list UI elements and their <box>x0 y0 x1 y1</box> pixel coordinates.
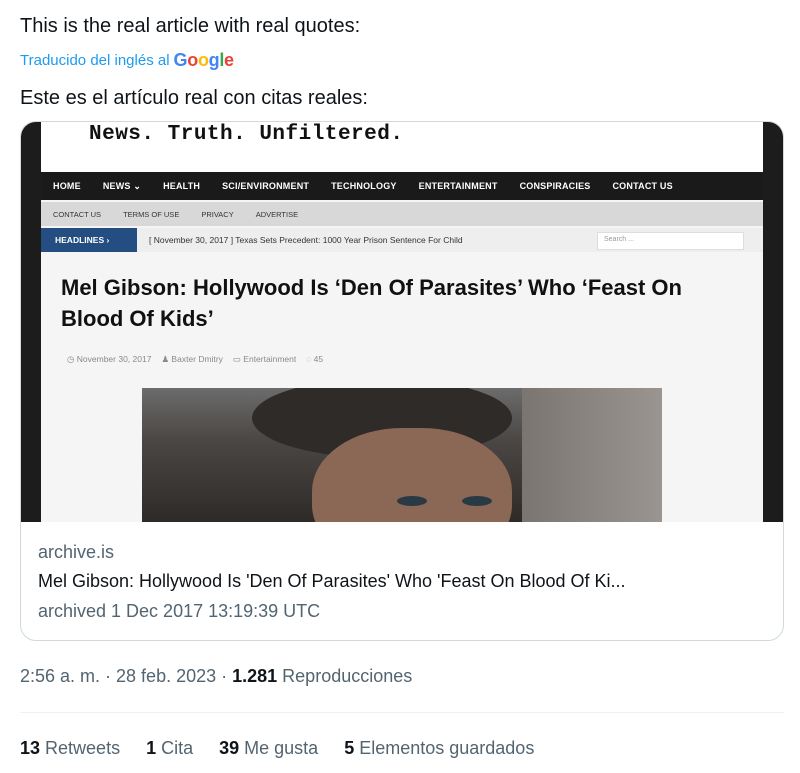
site-sub-nav: CONTACT US TERMS OF USE PRIVACY ADVERTIS… <box>41 202 763 226</box>
nav-item: NEWS ⌄ <box>102 180 142 191</box>
card-archived-date: archived 1 Dec 2017 13:19:39 UTC <box>38 601 321 621</box>
site-header: News. Truth. Unfiltered. <box>41 122 763 172</box>
card-image[interactable]: News. Truth. Unfiltered. HOME NEWS ⌄ HEA… <box>21 122 783 522</box>
quotes-stat[interactable]: 1 Cita <box>146 738 193 759</box>
card-title: Mel Gibson: Hollywood Is 'Den Of Parasit… <box>38 571 626 591</box>
views-count: 1.281 <box>232 666 278 686</box>
site-main-nav: HOME NEWS ⌄ HEALTH SCI/ENVIRONMENT TECHN… <box>41 172 763 200</box>
article-category: ▭ Entertainment <box>232 354 297 364</box>
translation-label: Traducido del inglés al <box>20 52 170 69</box>
nav-item: CONSPIRACIES <box>519 181 591 191</box>
article-meta: ◷ November 30, 2017 ♟ Baxter Dmitry ▭ En… <box>67 354 323 365</box>
views-label: Reproducciones <box>277 666 413 686</box>
site-search-box: Search ... <box>597 232 744 250</box>
google-logo-icon: Google <box>173 50 235 70</box>
tweet-text-translated: Este es el artículo real con citas reale… <box>20 87 368 109</box>
translation-attribution[interactable]: Traducido del inglés al Google <box>20 50 234 71</box>
site-tagline: News. Truth. Unfiltered. <box>89 123 404 146</box>
article-comments: ◌ 45 <box>306 354 324 364</box>
subnav-item: CONTACT US <box>53 209 102 219</box>
subnav-item: ADVERTISE <box>255 209 299 219</box>
headlines-badge: HEADLINES › <box>41 228 137 252</box>
subnav-item: PRIVACY <box>201 209 234 219</box>
likes-stat[interactable]: 39 Me gusta <box>219 738 318 759</box>
tweet-timestamp[interactable]: 2:56 a. m. · 28 feb. 2023 · 1.281 Reprod… <box>20 666 412 687</box>
article-date: ◷ November 30, 2017 <box>67 354 152 364</box>
tweet-text-original: This is the real article with real quote… <box>20 15 361 37</box>
article-photo <box>142 388 662 522</box>
article-author: ♟ Baxter Dmitry <box>161 354 223 364</box>
subnav-item: TERMS OF USE <box>123 209 180 219</box>
nav-item: SCI/ENVIRONMENT <box>222 181 310 191</box>
card-domain: archive.is <box>38 542 115 562</box>
link-preview-card[interactable]: News. Truth. Unfiltered. HOME NEWS ⌄ HEA… <box>20 121 784 641</box>
nav-item: CONTACT US <box>612 181 673 191</box>
nav-item: TECHNOLOGY <box>331 181 397 191</box>
engagement-stats: 13 Retweets 1 Cita 39 Me gusta 5 Element… <box>20 738 534 759</box>
retweets-stat[interactable]: 13 Retweets <box>20 738 120 759</box>
bookmarks-stat[interactable]: 5 Elementos guardados <box>344 738 534 759</box>
nav-item: ENTERTAINMENT <box>418 181 498 191</box>
nav-item: HEALTH <box>163 181 201 191</box>
archived-site-screenshot: News. Truth. Unfiltered. HOME NEWS ⌄ HEA… <box>41 122 763 522</box>
divider <box>20 712 784 713</box>
nav-item: HOME <box>53 181 81 191</box>
article-title: Mel Gibson: Hollywood Is ‘Den Of Parasit… <box>61 275 682 331</box>
ticker-text: [ November 30, 2017 ] Texas Sets Precede… <box>149 235 463 245</box>
card-info[interactable]: archive.is Mel Gibson: Hollywood Is 'Den… <box>21 522 783 640</box>
